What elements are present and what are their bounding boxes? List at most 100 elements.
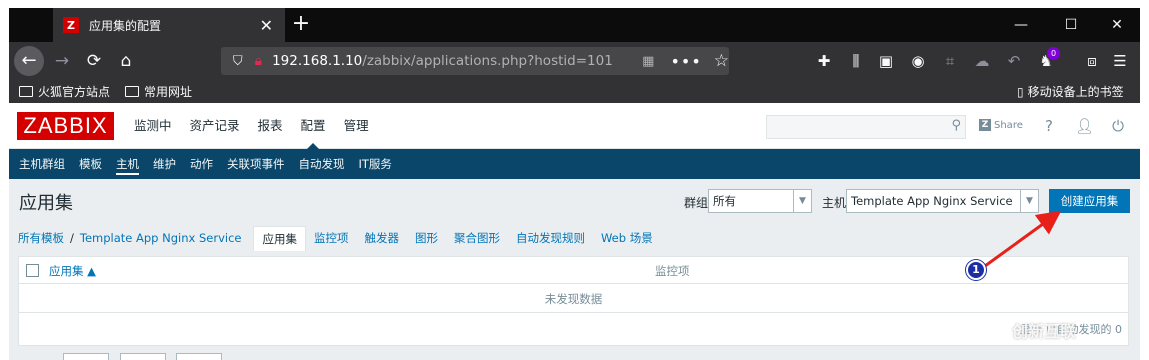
undo-icon[interactable]: ↶ — [1003, 51, 1025, 71]
library-icon[interactable]: ⫼ — [845, 51, 867, 71]
new-tab-button[interactable]: + — [288, 11, 314, 37]
mass-action-button[interactable] — [63, 353, 109, 360]
bookmark-item[interactable]: 常用网址 — [125, 83, 192, 100]
tab-title: 应用集的配置 — [89, 18, 162, 33]
sub-menu-templates[interactable]: 模板 — [72, 149, 109, 179]
shield-icon[interactable]: ⛉ — [227, 54, 249, 69]
zabbix-header: ZABBIX 监测中 资产记录 报表 配置 管理 ⚲ Z Share ? 👤︎ … — [9, 103, 1140, 149]
browser-tab[interactable]: Z 应用集的配置 ✕ — [53, 8, 285, 42]
qr-code-icon[interactable]: ▦ — [642, 54, 654, 69]
reload-icon[interactable]: ⟳ — [81, 48, 107, 74]
breadcrumb-template[interactable]: Template App Nginx Service — [80, 231, 242, 245]
extensions-icon[interactable]: ✚ — [813, 51, 835, 71]
tab-web-scenarios[interactable]: Web 场景 — [593, 226, 661, 251]
search-icon[interactable]: ⚲ — [951, 118, 961, 133]
watermark: 创新互联 — [1012, 322, 1077, 341]
mass-action-button[interactable] — [176, 353, 222, 360]
sub-menu-hosts[interactable]: 主机 — [109, 149, 146, 179]
main-menu-monitoring[interactable]: 监测中 — [125, 103, 181, 149]
main-menu: 监测中 资产记录 报表 配置 管理 — [125, 103, 378, 149]
folder-icon — [19, 86, 33, 97]
maximize-button[interactable]: ☐ — [1048, 8, 1094, 42]
tab-graphs[interactable]: 图形 — [407, 226, 446, 251]
account-icon[interactable]: ◉ — [907, 51, 929, 71]
breadcrumb-all-templates[interactable]: 所有模板 — [18, 230, 64, 246]
zabbix-favicon-icon: Z — [63, 17, 79, 33]
bookmark-label: 火狐官方站点 — [38, 85, 111, 99]
page-title: 应用集 — [19, 193, 73, 214]
group-select[interactable]: 所有 ▼ — [708, 189, 812, 213]
mobile-bookmarks[interactable]: ▯ 移动设备上的书签 — [1017, 83, 1124, 100]
insecure-lock-icon[interactable]: 🔒︎ — [249, 53, 269, 69]
extension-badge-icon[interactable]: ♞ 0 — [1035, 47, 1060, 71]
breadcrumb-separator: / — [70, 231, 74, 245]
bookmark-item[interactable]: 火狐官方站点 — [19, 83, 110, 100]
select-all-checkbox[interactable] — [26, 264, 39, 277]
mass-action-button[interactable] — [120, 353, 166, 360]
main-menu-configuration[interactable]: 配置 — [292, 103, 335, 149]
url-text[interactable]: 192.168.1.10/zabbix/applications.php?hos… — [272, 53, 624, 69]
share-icon: Z — [979, 119, 991, 131]
column-header-application[interactable]: 应用集 ▲ — [49, 263, 96, 279]
object-tabs: 应用集 监控项 触发器 图形 聚合图形 自动发现规则 Web 场景 — [253, 225, 661, 251]
zabbix-logo[interactable]: ZABBIX — [17, 112, 114, 140]
table-header: 应用集 ▲ 监控项 — [19, 257, 1128, 284]
tab-applications[interactable]: 应用集 — [253, 225, 306, 251]
mobile-icon: ▯ — [1017, 84, 1024, 99]
url-host: 192.168.1.10 — [272, 53, 363, 69]
minimize-button[interactable]: — — [998, 8, 1044, 42]
tab-triggers[interactable]: 触发器 — [356, 226, 407, 251]
breadcrumb-and-tabs: 所有模板 / Template App Nginx Service 应用集 监控… — [18, 225, 1129, 251]
bookmark-star-icon[interactable]: ☆ — [714, 51, 729, 71]
sub-menu-it-services[interactable]: IT服务 — [352, 149, 399, 179]
group-filter-label: 群组 — [684, 196, 709, 210]
close-window-button[interactable]: ✕ — [1094, 8, 1140, 42]
chevron-down-icon: ▼ — [1020, 190, 1038, 212]
sub-menu-discovery[interactable]: 自动发现 — [292, 149, 352, 179]
create-application-button[interactable]: 创建应用集 — [1049, 189, 1130, 213]
sub-menu-actions[interactable]: 动作 — [183, 149, 220, 179]
extension-badge-count: 0 — [1047, 47, 1060, 60]
folder-icon — [125, 86, 139, 97]
screenshot-icon[interactable]: ⌗ — [939, 51, 961, 71]
tab-discovery-rules[interactable]: 自动发现规则 — [508, 226, 593, 251]
sub-menu-host-groups[interactable]: 主机群组 — [12, 149, 72, 179]
host-filter-label: 主机 — [822, 196, 847, 210]
share-label: Share — [994, 119, 1023, 131]
page-actions-icon[interactable]: ••• — [670, 52, 701, 71]
home-icon[interactable]: ⌂ — [113, 48, 139, 74]
menu-icon[interactable]: ☰ — [1109, 51, 1131, 71]
tab-screens[interactable]: 聚合图形 — [446, 226, 508, 251]
column-header-items: 监控项 — [655, 264, 690, 278]
bookmarks-bar: 火狐官方站点 常用网址 ▯ 移动设备上的书签 — [9, 80, 1140, 103]
tab-close-icon[interactable]: ✕ — [260, 16, 273, 35]
tab-items[interactable]: 监控项 — [306, 226, 357, 251]
sidebar-icon[interactable]: ▣ — [875, 51, 897, 71]
main-menu-inventory[interactable]: 资产记录 — [181, 103, 249, 149]
browser-titlebar: Z 应用集的配置 ✕ + — ☐ ✕ — [9, 8, 1140, 42]
forward-arrow-icon[interactable]: → — [49, 48, 75, 74]
back-arrow-icon[interactable]: ← — [14, 46, 44, 76]
user-profile-icon[interactable]: 👤︎ — [1075, 117, 1094, 135]
main-menu-reports[interactable]: 报表 — [249, 103, 292, 149]
share-link[interactable]: Z Share — [979, 119, 1023, 131]
bookmark-label: 常用网址 — [144, 85, 193, 99]
sign-out-icon[interactable]: ⏻ — [1109, 117, 1127, 135]
browser-toolbar: ← → ⟳ ⌂ ⛉ 🔒︎ 192.168.1.10/zabbix/applica… — [9, 42, 1140, 80]
url-bar[interactable]: ⛉ 🔒︎ 192.168.1.10/zabbix/applications.ph… — [221, 47, 729, 75]
step-marker: 1 — [966, 260, 986, 280]
host-select[interactable]: Template App Nginx Service ▼ — [846, 189, 1039, 213]
cloud-icon[interactable]: ☁ — [971, 51, 993, 71]
gift-icon[interactable]: ⧈ — [1081, 51, 1103, 71]
help-icon[interactable]: ? — [1040, 117, 1058, 135]
url-path: /zabbix/applications.php?hostid=101 — [362, 53, 613, 69]
chevron-down-icon: ▼ — [793, 190, 811, 212]
main-menu-administration[interactable]: 管理 — [335, 103, 378, 149]
search-input[interactable]: ⚲ — [766, 115, 966, 139]
sub-menu-event-correlation[interactable]: 关联项事件 — [220, 149, 292, 179]
group-select-value: 所有 — [713, 194, 736, 208]
host-select-value: Template App Nginx Service — [851, 194, 1013, 208]
sub-menu-maintenance[interactable]: 维护 — [146, 149, 183, 179]
applications-table: 应用集 ▲ 监控项 未发现数据 显示 已自动发现的 0 — [18, 256, 1129, 346]
sub-menu: 主机群组 模板 主机 维护 动作 关联项事件 自动发现 IT服务 — [9, 149, 1140, 179]
